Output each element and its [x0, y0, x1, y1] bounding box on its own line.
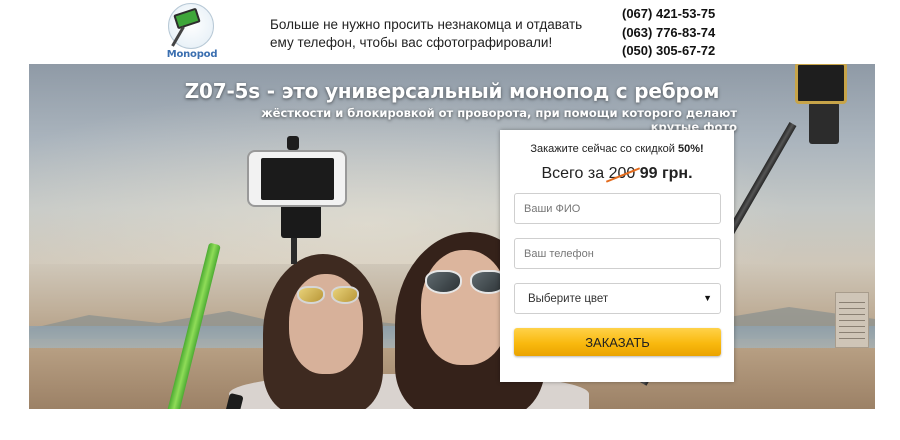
offer-text: Закажите сейчас со скидкой: [530, 143, 675, 155]
logo[interactable]: Monopod: [162, 3, 222, 61]
header-tagline: Больше не нужно просить незнакомца и отд…: [270, 17, 583, 50]
sunglasses-icon: [297, 286, 359, 304]
hero-headline: Z07-5s - это универсальный монопод с реб…: [184, 79, 720, 103]
old-price: 200: [608, 165, 636, 182]
discount-offer: Закажите сейчас со скидкой 50%!: [500, 143, 734, 155]
order-form: Закажите сейчас со скидкой 50%! Всего за…: [500, 130, 734, 382]
phone-holder: [281, 202, 321, 238]
site-header: Monopod Больше не нужно просить незнаком…: [0, 0, 900, 64]
building: [835, 292, 869, 348]
phone-clamp: [287, 136, 299, 150]
price-line: Всего за 200 99 грн.: [500, 165, 734, 183]
discount-value: 50%!: [677, 143, 704, 155]
color-select-value: Выберите цвет: [528, 293, 609, 305]
person-right-face: [421, 250, 509, 365]
phone-field[interactable]: [514, 238, 721, 269]
dropdown-arrow-icon: ▼: [703, 293, 712, 303]
phone-number[interactable]: (050) 305-67-72: [622, 42, 762, 61]
smartphone-icon: [247, 150, 347, 207]
logo-text: Monopod: [166, 49, 218, 60]
camera-mount: [809, 102, 839, 144]
new-price: 99 грн.: [639, 165, 693, 182]
order-button[interactable]: ЗАКАЗАТЬ: [514, 328, 721, 356]
color-select[interactable]: Выберите цвет ▼: [514, 283, 721, 314]
phone-number[interactable]: (063) 776-83-74: [622, 24, 762, 43]
hero-banner: Z07-5s - это универсальный монопод с реб…: [29, 64, 875, 409]
phone-list: (067) 421-53-75 (063) 776-83-74 (050) 30…: [622, 5, 762, 61]
name-field[interactable]: [514, 193, 721, 224]
price-prefix: Всего за: [541, 165, 605, 182]
phone-number[interactable]: (067) 421-53-75: [622, 5, 762, 24]
sunglasses-icon: [425, 270, 507, 294]
